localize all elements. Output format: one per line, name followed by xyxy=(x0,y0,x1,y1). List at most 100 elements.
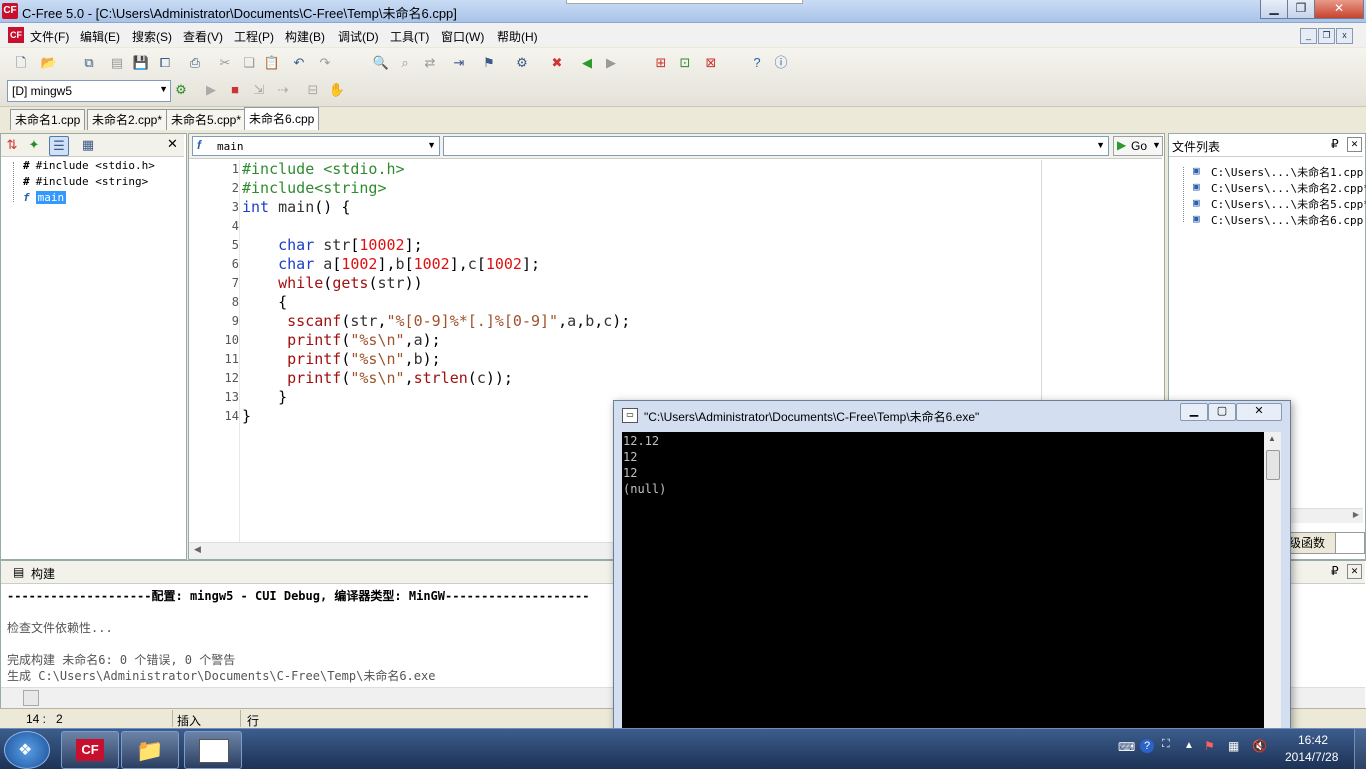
code-line[interactable]: char str[10002]; xyxy=(242,236,423,254)
maximize-button[interactable]: ❐ xyxy=(1287,0,1315,19)
app-icon[interactable]: CF xyxy=(2,3,18,19)
member-select[interactable]: ▼ xyxy=(443,136,1109,156)
forward-arrow-icon[interactable]: ▶ xyxy=(602,54,620,72)
hand-icon[interactable]: ✋ xyxy=(328,81,346,99)
close-icon[interactable]: ✕ xyxy=(167,136,178,152)
menu-window[interactable]: 窗口(W) xyxy=(441,28,484,45)
paste-icon[interactable]: 📋 xyxy=(263,54,281,72)
tree-item[interactable]: f main xyxy=(15,191,67,204)
tab-unnamed5[interactable]: 未命名5.cpp* xyxy=(166,109,247,130)
code-line[interactable]: sscanf(str,"%[0-9]%*[.]%[0-9]",a,b,c); xyxy=(242,312,630,330)
menu-edit[interactable]: 编辑(E) xyxy=(80,28,120,45)
scroll-thumb[interactable] xyxy=(1266,450,1280,480)
step-icon[interactable]: ⇲ xyxy=(250,81,268,99)
new-file-icon[interactable]: 🗋 xyxy=(12,54,30,72)
scroll-right-icon[interactable]: ▶ xyxy=(1353,510,1359,519)
clock-time[interactable]: 16:42 xyxy=(1298,733,1328,747)
watch-icon[interactable]: ⊟ xyxy=(304,81,322,99)
goto-line-icon[interactable]: ⇥ xyxy=(450,54,468,72)
clock-date[interactable]: 2014/7/28 xyxy=(1285,750,1338,764)
list-item[interactable]: ▣ C:\Users\...\未命名2.cpp* xyxy=(1193,180,1366,196)
help-icon[interactable]: ? xyxy=(1140,739,1154,753)
list-view-icon[interactable]: ☰ xyxy=(49,136,69,156)
code-line[interactable]: printf("%s\n",a); xyxy=(242,331,441,349)
filter-icon[interactable]: ✦ xyxy=(25,136,43,154)
pin-icon[interactable]: ₽ xyxy=(1331,564,1339,578)
step-over-icon[interactable]: ⇢ xyxy=(274,81,292,99)
compiler-config-icon[interactable]: ⚙ xyxy=(172,81,190,99)
redo-icon[interactable]: ↷ xyxy=(316,54,334,72)
chevron-down-icon[interactable]: ▼ xyxy=(159,84,168,94)
mdi-doc-icon[interactable]: CF xyxy=(8,27,24,43)
undo-icon[interactable]: ↶ xyxy=(290,54,308,72)
tab-unnamed2[interactable]: 未命名2.cpp* xyxy=(87,109,168,130)
tab-functions[interactable]: 级函数 xyxy=(1285,532,1336,554)
code-line[interactable]: #include <stdio.h> xyxy=(242,160,405,178)
code-line[interactable]: { xyxy=(242,293,287,311)
print-icon[interactable]: ⎙ xyxy=(186,54,204,72)
menu-project[interactable]: 工程(P) xyxy=(234,28,274,45)
pin-icon[interactable]: ₽ xyxy=(1331,137,1339,151)
find-icon[interactable]: 🔍 xyxy=(372,54,390,72)
cut-icon[interactable]: ✂ xyxy=(216,54,234,72)
code-line[interactable]: #include<string> xyxy=(242,179,387,197)
code-line[interactable]: } xyxy=(242,388,287,406)
console-vertical-scrollbar[interactable]: ▲ xyxy=(1264,432,1281,730)
code-line[interactable]: } xyxy=(242,407,251,425)
list-item[interactable]: ▣ C:\Users\...\未命名1.cpp xyxy=(1193,164,1363,180)
scroll-left-icon[interactable]: ◀ xyxy=(194,544,201,555)
info-icon[interactable]: ⓘ xyxy=(772,54,790,72)
minimize-button[interactable]: ▁ xyxy=(1260,0,1288,19)
close-icon[interactable]: ✕ xyxy=(1347,137,1362,152)
show-hidden-icons[interactable]: ▲ xyxy=(1184,740,1194,751)
menu-help[interactable]: 帮助(H) xyxy=(497,28,538,45)
tree-item[interactable]: # #include <stdio.h> xyxy=(15,159,155,172)
replace-icon[interactable]: ⇄ xyxy=(421,54,439,72)
volume-icon[interactable]: 🔇 xyxy=(1252,739,1267,753)
taskbar-explorer-button[interactable]: 📁 xyxy=(121,731,179,769)
settings-icon[interactable]: ⚙ xyxy=(513,54,531,72)
menu-build[interactable]: 构建(B) xyxy=(285,28,325,45)
run-icon[interactable]: ▶ xyxy=(202,81,220,99)
stop-icon[interactable]: ■ xyxy=(226,81,244,99)
code-line[interactable]: printf("%s\n",b); xyxy=(242,350,441,368)
help-icon[interactable]: ? xyxy=(748,54,766,72)
save-icon[interactable]: 💾 xyxy=(132,54,150,72)
list-item[interactable]: ▣ C:\Users\...\未命名6.cpp xyxy=(1193,212,1363,228)
show-desktop-button[interactable] xyxy=(1354,729,1366,769)
menu-view[interactable]: 查看(V) xyxy=(183,28,223,45)
clear-bookmark-icon[interactable]: ✖ xyxy=(548,54,566,72)
action-center-icon[interactable]: ⚑ xyxy=(1204,739,1215,753)
console-window[interactable]: ▭ "C:\Users\Administrator\Documents\C-Fr… xyxy=(613,400,1291,732)
back-arrow-icon[interactable]: ◀ xyxy=(578,54,596,72)
menu-search[interactable]: 搜索(S) xyxy=(132,28,172,45)
chevron-down-icon[interactable]: ▼ xyxy=(1096,140,1105,150)
list-item[interactable]: ▣ C:\Users\...\未命名5.cpp* xyxy=(1193,196,1366,212)
taskbar-console-button[interactable] xyxy=(184,731,242,769)
scroll-thumb[interactable] xyxy=(23,690,39,706)
bookmark-clear-icon[interactable]: ⊠ xyxy=(702,54,720,72)
bookmark-icon[interactable]: ⚑ xyxy=(480,54,498,72)
mdi-close-button[interactable]: x xyxy=(1336,28,1353,44)
tab-blank[interactable] xyxy=(1335,532,1365,554)
tray-extra-icon[interactable]: ⛶ xyxy=(1162,738,1170,751)
menu-file[interactable]: 文件(F) xyxy=(30,28,69,45)
open-folder-icon[interactable]: 📂 xyxy=(40,54,58,72)
close-icon[interactable]: ✕ xyxy=(1347,564,1362,579)
tab-unnamed1[interactable]: 未命名1.cpp xyxy=(10,109,86,130)
code-line[interactable]: printf("%s\n",strlen(c)); xyxy=(242,369,513,387)
console-maximize-button[interactable]: ▢ xyxy=(1208,403,1236,421)
menu-debug[interactable]: 调试(D) xyxy=(338,28,379,45)
code-line[interactable]: int main() { xyxy=(242,198,350,216)
properties-icon[interactable]: ▦ xyxy=(79,136,97,154)
console-screen[interactable]: 12.12 12 12 (null) xyxy=(622,432,1264,732)
chevron-down-icon[interactable]: ▼ xyxy=(427,140,436,150)
mdi-restore-button[interactable]: ❐ xyxy=(1318,28,1335,44)
save-all-icon[interactable]: ⧠ xyxy=(156,54,174,72)
close-button[interactable]: ✕ xyxy=(1314,0,1364,19)
close-file-icon[interactable]: ▤ xyxy=(108,54,126,72)
menu-tools[interactable]: 工具(T) xyxy=(390,28,429,45)
start-button[interactable]: ❖ xyxy=(4,731,50,769)
tab-unnamed6[interactable]: 未命名6.cpp xyxy=(244,107,320,130)
console-minimize-button[interactable]: ▁ xyxy=(1180,403,1208,421)
